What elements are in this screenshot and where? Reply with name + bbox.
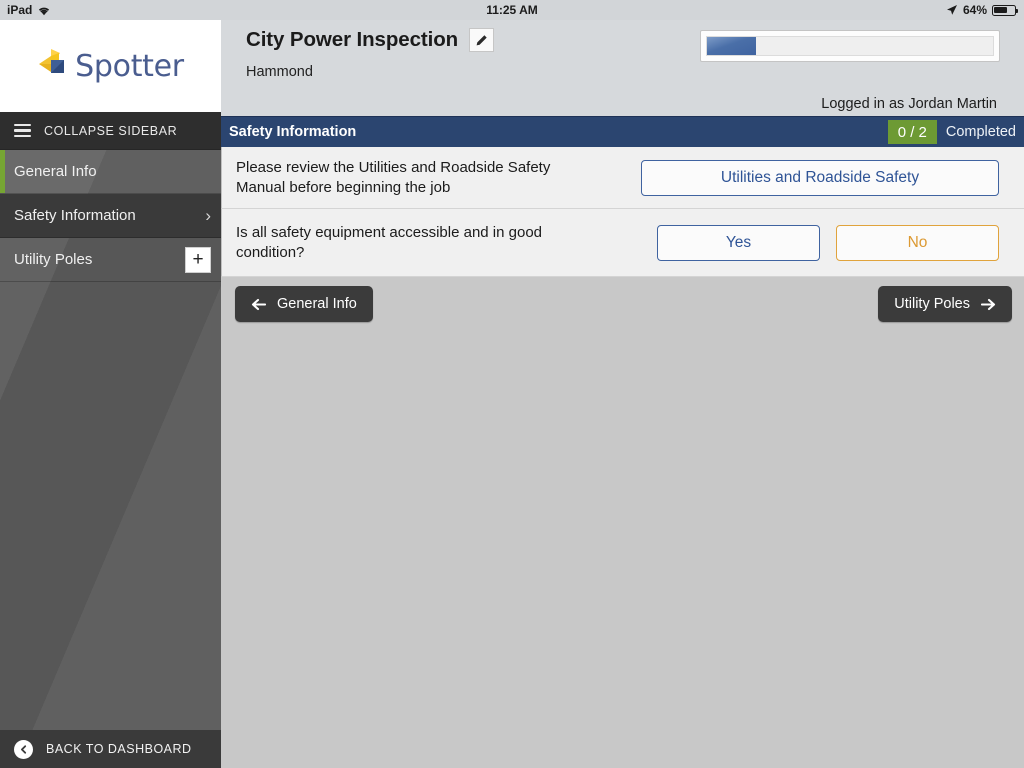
page-title: City Power Inspection [246, 28, 459, 51]
arrow-left-icon [251, 298, 266, 311]
arrow-right-icon [981, 298, 996, 311]
logo-text: Spotter [75, 48, 184, 84]
back-to-dashboard-button[interactable]: BACK TO DASHBOARD [0, 730, 221, 768]
progress-fill [707, 37, 756, 55]
question-row: Is all safety equipment accessible and i… [221, 209, 1024, 277]
progress-track [706, 36, 994, 56]
back-to-dashboard-label: BACK TO DASHBOARD [46, 742, 192, 756]
sidebar: Spotter COLLAPSE SIDEBAR General Info Sa… [0, 20, 221, 768]
inspection-progress-bar [700, 30, 1000, 62]
completion-count-badge: 0 / 2 [887, 120, 937, 144]
question-text: Please review the Utilities and Roadside… [236, 158, 551, 196]
sidebar-item-label: General Info [14, 163, 97, 180]
sidebar-item-label: Safety Information [14, 207, 136, 224]
chevron-right-icon: › [205, 206, 211, 225]
answer-no-button[interactable]: No [836, 224, 999, 261]
main-header: City Power Inspection Hammond Logged in … [221, 20, 1024, 116]
answer-yes-button[interactable]: Yes [657, 224, 820, 261]
section-title: Safety Information [229, 124, 357, 140]
question-row: Please review the Utilities and Roadside… [221, 147, 1024, 209]
sidebar-item-utility-poles[interactable]: Utility Poles + [0, 238, 221, 282]
app-logo: Spotter [0, 20, 221, 112]
section-navigation: General Info Utility Poles [221, 277, 1024, 339]
collapse-sidebar-button[interactable]: COLLAPSE SIDEBAR [0, 112, 221, 150]
sidebar-item-safety-information[interactable]: Safety Information › [0, 194, 221, 238]
previous-section-label: General Info [277, 296, 357, 312]
completed-label: Completed [945, 124, 1016, 140]
next-section-button[interactable]: Utility Poles [878, 286, 1012, 322]
app-root: iPad 11:25 AM 64% Spotter COLLAPSE SIDEB… [0, 0, 1024, 768]
question-text: Is all safety equipment accessible and i… [236, 223, 543, 261]
collapse-sidebar-label: COLLAPSE SIDEBAR [44, 123, 178, 138]
question-controls: Utilities and Roadside Safety [641, 159, 999, 196]
spotter-logo-icon [37, 47, 73, 86]
next-section-label: Utility Poles [894, 296, 970, 312]
hamburger-icon [14, 123, 31, 138]
location-arrow-icon [946, 4, 958, 16]
previous-section-button[interactable]: General Info [235, 286, 373, 322]
sidebar-item-label: Utility Poles [14, 251, 93, 268]
status-bar-right: 64% [946, 3, 1019, 17]
section-status: 0 / 2 Completed [887, 117, 1024, 147]
section-header-bar: Safety Information 0 / 2 Completed [221, 116, 1024, 147]
utilities-roadside-safety-button[interactable]: Utilities and Roadside Safety [641, 159, 999, 196]
pencil-icon[interactable] [469, 28, 495, 52]
sidebar-item-general-info[interactable]: General Info [0, 150, 221, 194]
battery-percent-label: 64% [962, 3, 987, 17]
circle-back-arrow-icon [14, 739, 33, 759]
battery-icon [992, 4, 1019, 16]
status-bar-time: 11:25 AM [486, 3, 538, 17]
add-utility-pole-button[interactable]: + [185, 246, 211, 273]
header-subtitle: Hammond [246, 64, 313, 80]
logged-in-label: Logged in as Jordan Martin [821, 96, 997, 112]
ios-status-bar: iPad 11:25 AM 64% [0, 0, 1024, 20]
section-content: Please review the Utilities and Roadside… [221, 147, 1024, 768]
question-controls: Yes No [657, 224, 999, 261]
